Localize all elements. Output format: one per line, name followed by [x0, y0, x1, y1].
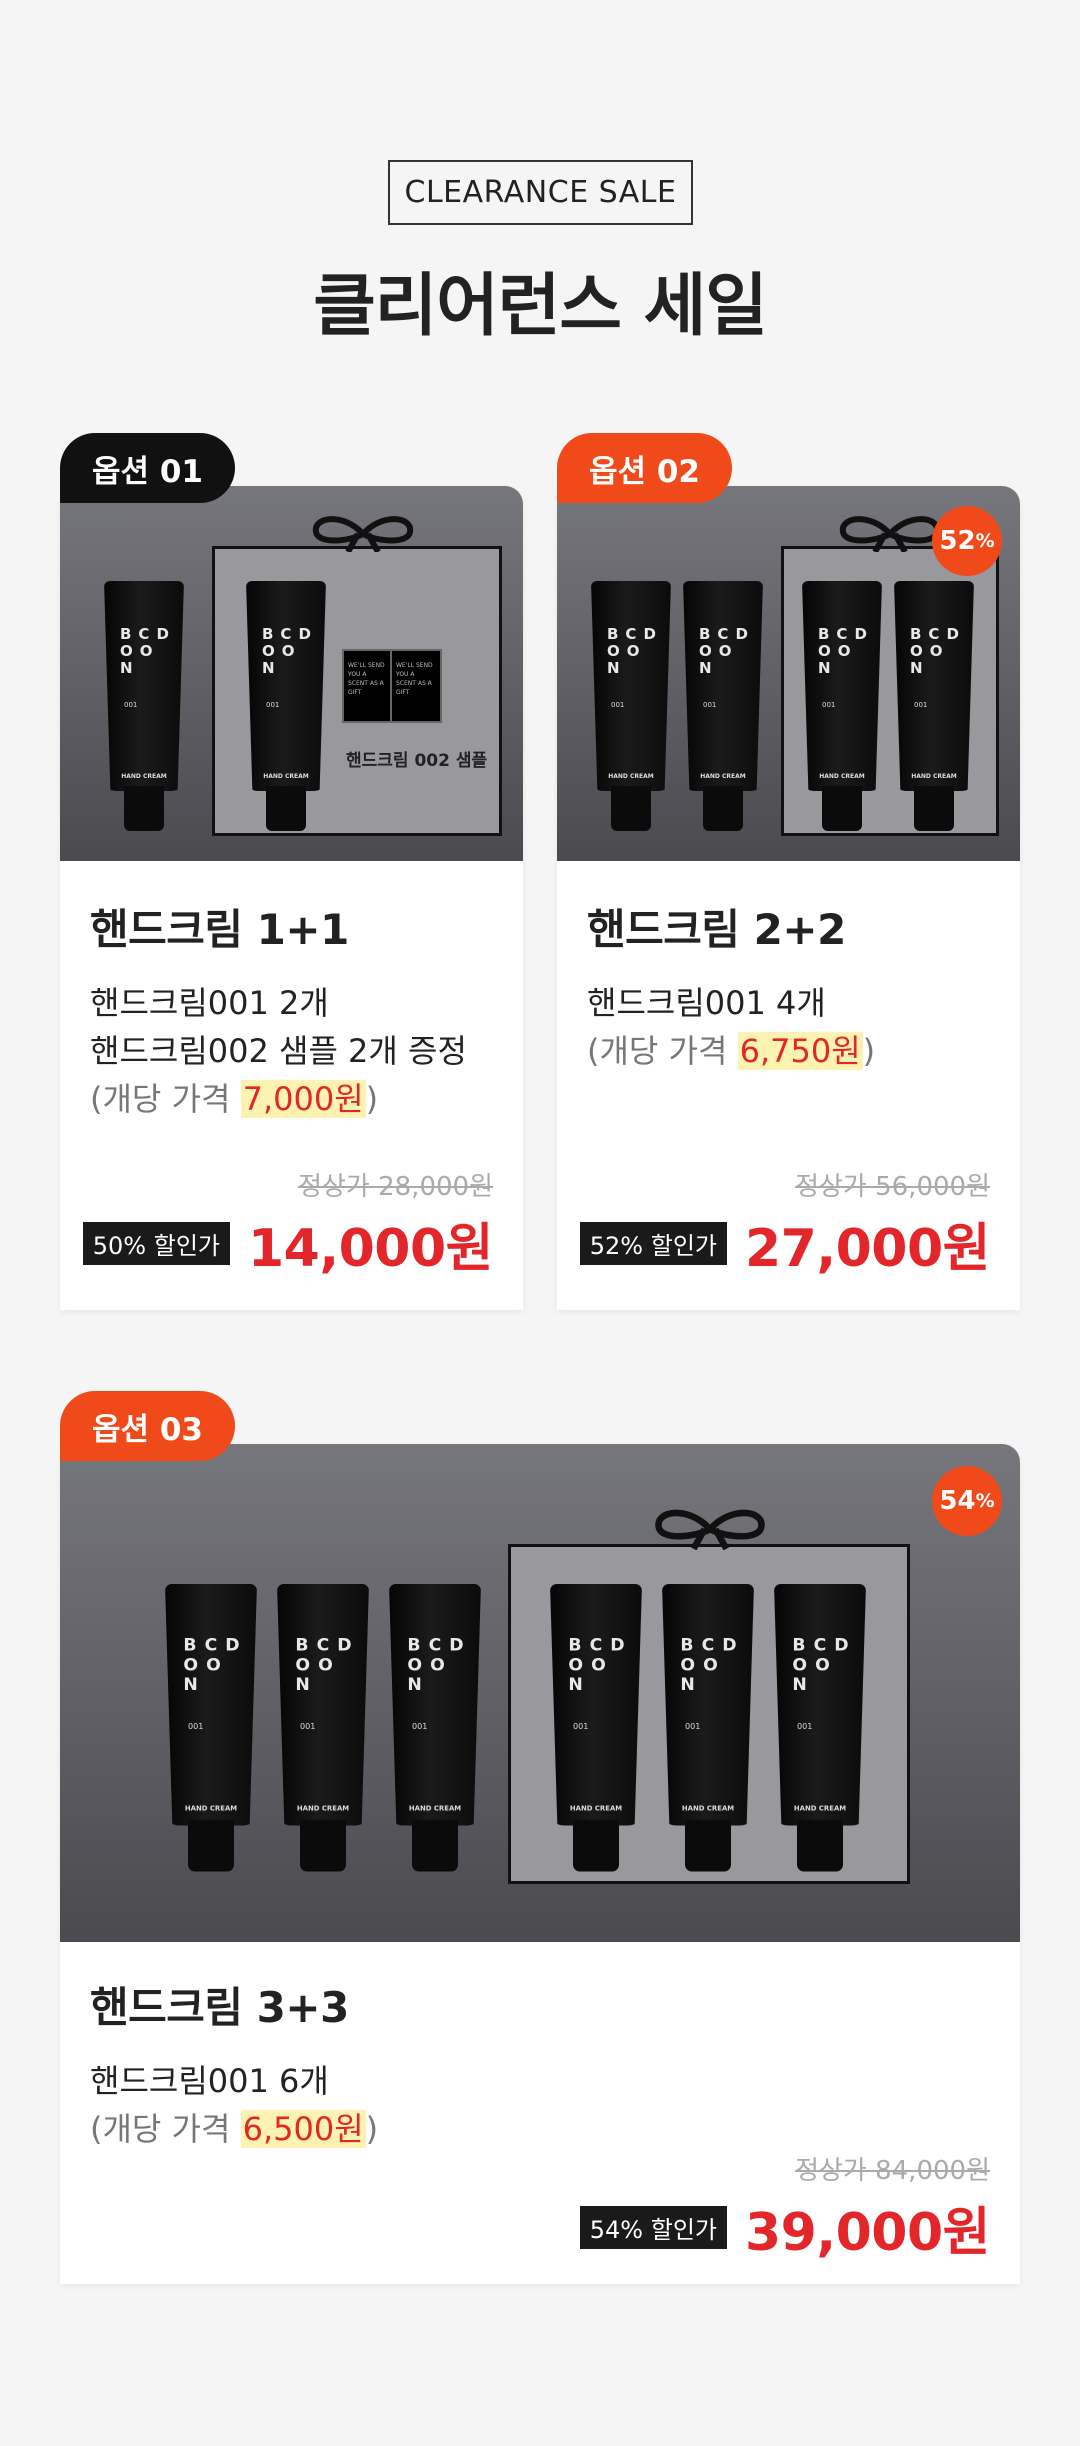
discount-rate-tag: 54% 할인가	[579, 2206, 727, 2249]
hand-cream-tube: BCD OO N 001 HAND CREAM	[802, 581, 882, 831]
price-row: 50% 할인가 14,000원	[82, 1206, 494, 1281]
sale-price: 39,000원	[744, 2203, 991, 2263]
price-row: 52% 할인가 27,000원	[579, 1206, 991, 1281]
hand-cream-tube: BCD OO N 001 HAND CREAM	[104, 581, 184, 831]
unit-price: 6,750원	[737, 1032, 863, 1070]
hand-cream-tube: BCD OO N 001 HAND CREAM	[389, 1584, 481, 1872]
product-desc: 핸드크림002 샘플 2개 증정	[90, 1032, 467, 1070]
ribbon-bow-icon	[312, 516, 414, 552]
unit-price-line: (개당 가격 6,500원)	[90, 2110, 379, 2148]
discount-badge: 54%	[932, 1466, 1002, 1536]
hand-cream-tube: BCD OO N 001 HAND CREAM	[277, 1584, 369, 1872]
sale-price: 27,000원	[744, 1219, 991, 1279]
hand-cream-tube: BCD OO N 001 HAND CREAM	[774, 1584, 866, 1872]
hand-cream-tube: BCD OO N 001 HAND CREAM	[894, 581, 974, 831]
product-desc: 핸드크림001 2개	[90, 984, 329, 1022]
original-price: 정상가 28,000원	[298, 1172, 493, 1202]
page-title: 클리어런스 세일	[313, 267, 768, 346]
unit-price: 6,500원	[240, 2110, 366, 2148]
hand-cream-tube: BCD OO N 001 HAND CREAM	[550, 1584, 642, 1872]
hand-cream-tube: BCD OO N 001 HAND CREAM	[662, 1584, 754, 1872]
product-desc: 핸드크림001 4개	[587, 984, 826, 1022]
clearance-sale-tag: CLEARANCE SALE	[388, 160, 693, 225]
unit-price-line: (개당 가격 7,000원)	[90, 1080, 379, 1118]
discount-badge: 52%	[932, 506, 1002, 576]
ribbon-bow-icon	[839, 516, 941, 552]
sample-card: WE'LL SEND YOU A SCENT AS A GIFT	[342, 649, 394, 723]
hand-cream-tube: BCD OO N 001 HAND CREAM	[591, 581, 671, 831]
product-image: 52% BCD OO N 001 HAND CREAM BCD OO N 001 HAN…	[557, 486, 1020, 861]
sale-price: 14,000원	[247, 1219, 494, 1279]
option-card-02[interactable]: 52% BCD OO N 001 HAND CREAM BCD OO N 001 HAN…	[557, 486, 1020, 1310]
discount-rate-tag: 52% 할인가	[579, 1222, 727, 1265]
option-info: 핸드크림 1+1 핸드크림001 2개 핸드크림002 샘플 2개 증정 (개당…	[90, 896, 493, 1123]
product-desc: 핸드크림001 6개	[90, 2062, 329, 2100]
hand-cream-tube: BCD OO N 001 HAND CREAM	[246, 581, 326, 831]
option-badge-01: 옵션 01	[60, 433, 235, 503]
product-title: 핸드크림 1+1	[90, 905, 349, 954]
sample-label: 핸드크림 002 샘플	[346, 751, 488, 771]
price-row: 54% 할인가 39,000원	[579, 2190, 991, 2265]
option-info: 핸드크림 2+2 핸드크림001 4개 (개당 가격 6,750원)	[587, 896, 990, 1075]
option-card-01[interactable]: BCD OO N 001 HAND CREAM BCD OO N 001 HAND CR…	[60, 486, 523, 1310]
hand-cream-tube: BCD OO N 001 HAND CREAM	[165, 1584, 257, 1872]
unit-price-line: (개당 가격 6,750원)	[587, 1032, 876, 1070]
option-info: 핸드크림 3+3 핸드크림001 6개 (개당 가격 6,500원)	[90, 1974, 990, 2153]
original-price: 정상가 84,000원	[795, 2156, 990, 2186]
ribbon-bow-icon	[655, 1509, 765, 1550]
product-title: 핸드크림 2+2	[587, 905, 846, 954]
product-title: 핸드크림 3+3	[90, 1983, 349, 2032]
option-badge-02: 옵션 02	[557, 433, 732, 503]
unit-price: 7,000원	[240, 1080, 366, 1118]
product-image: BCD OO N 001 HAND CREAM BCD OO N 001 HAND CR…	[60, 486, 523, 861]
hand-cream-tube: BCD OO N 001 HAND CREAM	[683, 581, 763, 831]
sample-card: WE'LL SEND YOU A SCENT AS A GIFT	[390, 649, 442, 723]
option-badge-03: 옵션 03	[60, 1391, 235, 1461]
original-price: 정상가 56,000원	[795, 1172, 990, 1202]
option-card-03[interactable]: 54% BCD OO N 001 HAND CREAM BCD OO N 001 HAN…	[60, 1444, 1020, 2284]
product-image: 54% BCD OO N 001 HAND CREAM BCD OO N 001 HAN…	[60, 1444, 1020, 1942]
discount-rate-tag: 50% 할인가	[82, 1222, 230, 1265]
